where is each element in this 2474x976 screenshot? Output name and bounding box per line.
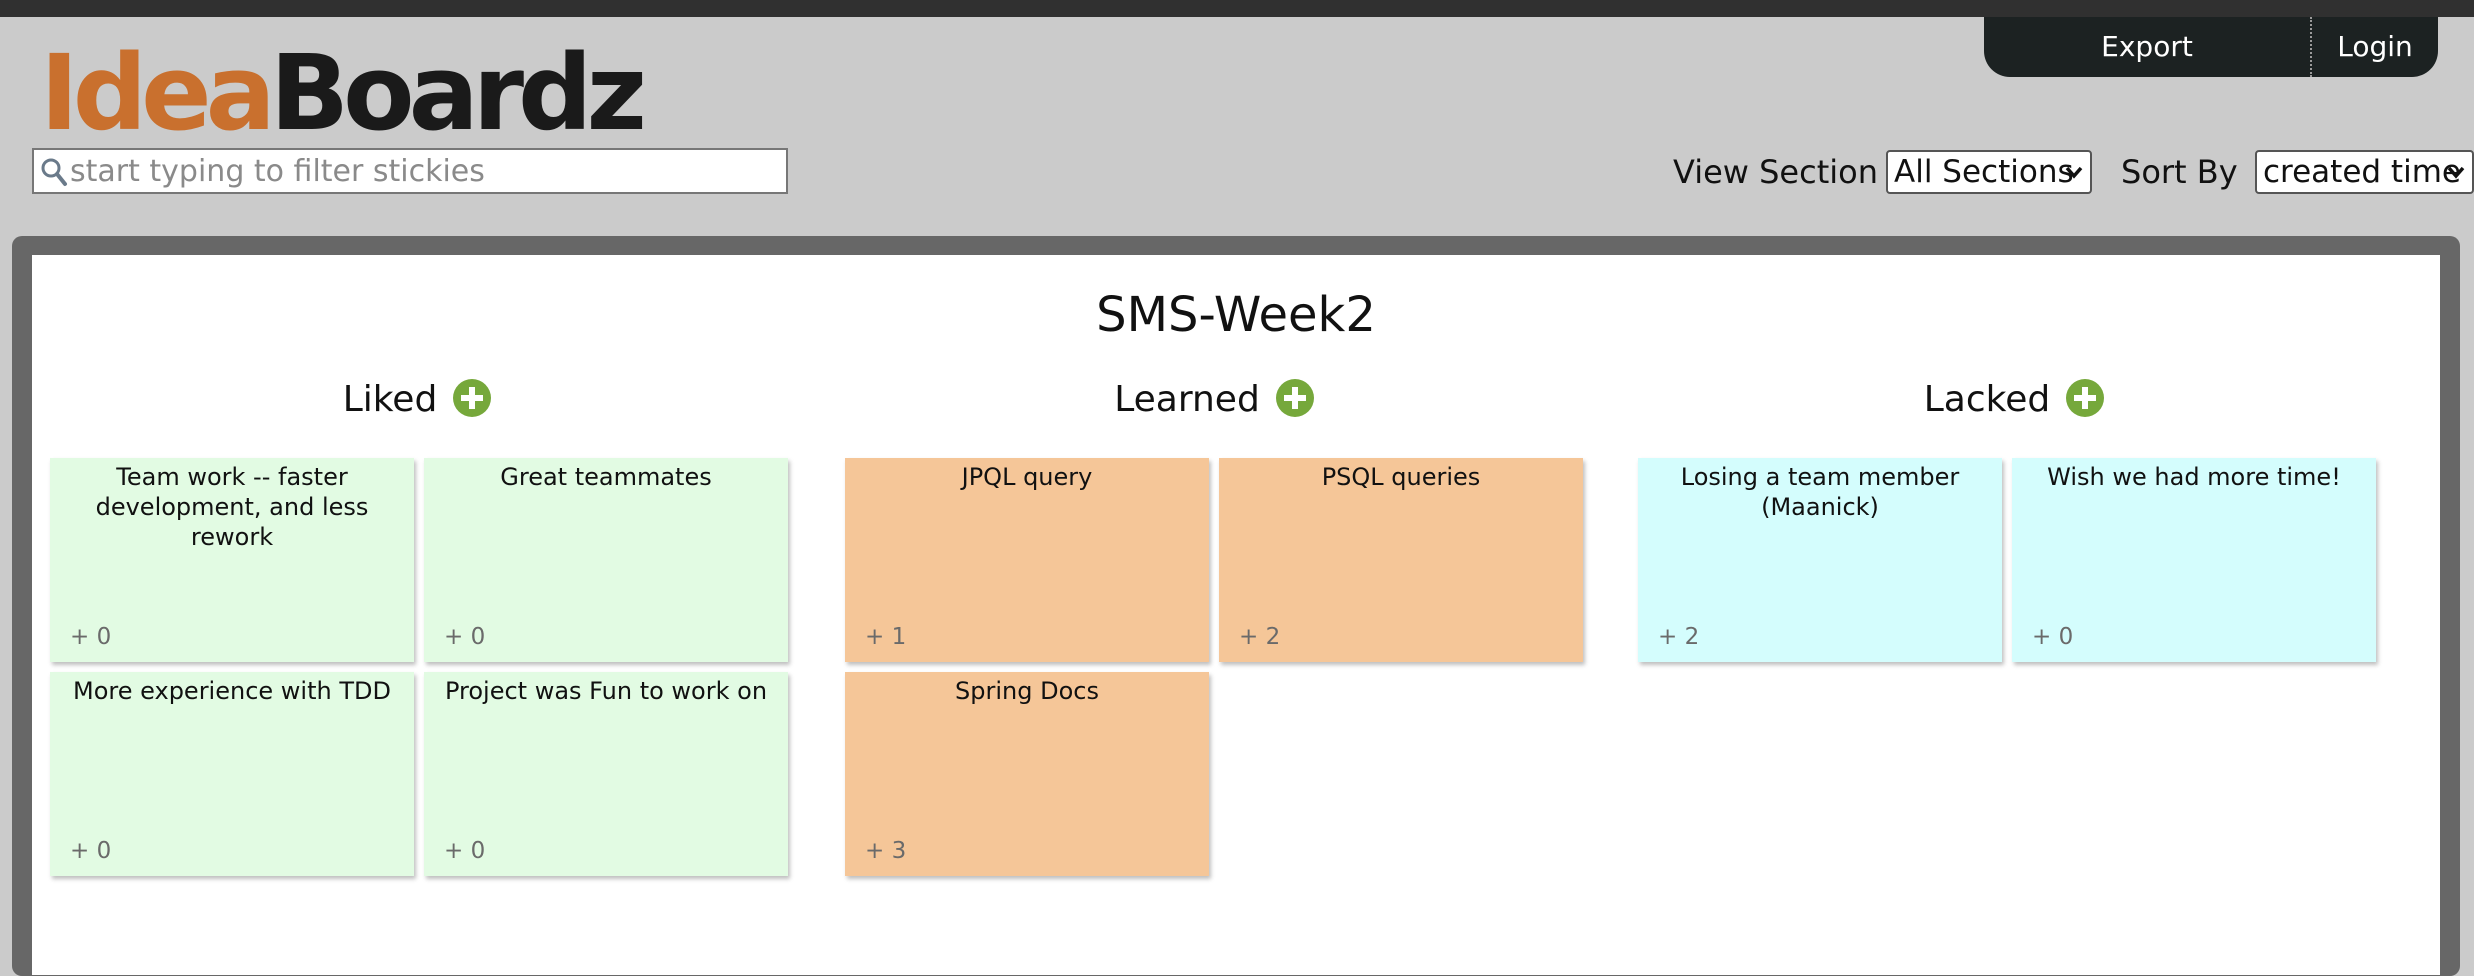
vote-count[interactable]: + 2 [1239, 622, 1280, 652]
sticky-text: PSQL queries [1321, 463, 1481, 491]
add-sticky-liked-icon[interactable] [453, 379, 492, 417]
export-button[interactable]: Export [1984, 17, 2310, 77]
logo-part-idea: Idea [40, 32, 276, 154]
sticky-note[interactable]: Losing a team member (Maanick) + 2 [1638, 458, 2002, 662]
logo-part-boardz: Boardz [269, 32, 647, 154]
sticky-text: Losing a team member (Maanick) [1680, 463, 1960, 521]
sticky-note[interactable]: JPQL query + 1 [845, 458, 1209, 662]
sort-by-select[interactable]: created time [2255, 150, 2474, 194]
sticky-text: JPQL query [961, 463, 1093, 491]
view-section-select[interactable]: All Sections [1886, 150, 2092, 194]
top-bar [0, 0, 2474, 17]
vote-count[interactable]: + 0 [70, 622, 111, 652]
sticky-note[interactable]: Great teammates + 0 [424, 458, 788, 662]
sticky-note[interactable]: Project was Fun to work on + 0 [424, 672, 788, 876]
section-title: Learned [1114, 379, 1260, 420]
section-lacked: Lacked [1644, 375, 2384, 425]
vote-count[interactable]: + 1 [865, 622, 906, 652]
section-learned: Learned [844, 375, 1584, 425]
add-sticky-lacked-icon[interactable] [2066, 379, 2105, 417]
section-liked: Liked [47, 375, 787, 425]
vote-count[interactable]: + 3 [865, 836, 906, 866]
vote-count[interactable]: + 0 [2032, 622, 2073, 652]
vote-count[interactable]: + 0 [70, 836, 111, 866]
board-canvas: SMS-Week2 Liked Team work -- faster deve… [32, 255, 2440, 975]
sticky-text: Team work -- faster development, and les… [95, 463, 369, 551]
top-nav: Export Login [1984, 17, 2438, 77]
view-section-value: All Sections [1894, 154, 2074, 190]
sticky-note[interactable]: PSQL queries + 2 [1219, 458, 1583, 662]
filter-input[interactable] [70, 153, 770, 189]
sticky-text: Spring Docs [955, 677, 1099, 705]
ideaboardz-logo[interactable]: IdeaBoardz [40, 38, 647, 148]
vote-count[interactable]: + 2 [1658, 622, 1699, 652]
vote-count[interactable]: + 0 [444, 622, 485, 652]
sticky-note[interactable]: More experience with TDD + 0 [50, 672, 414, 876]
filter-box [32, 148, 788, 194]
board-title: SMS-Week2 [1096, 287, 1376, 343]
sticky-note[interactable]: Wish we had more time! + 0 [2012, 458, 2376, 662]
section-title: Lacked [1923, 379, 2051, 420]
add-sticky-learned-icon[interactable] [1275, 379, 1314, 417]
sticky-text: Project was Fun to work on [444, 677, 768, 705]
sticky-note[interactable]: Spring Docs + 3 [845, 672, 1209, 876]
search-icon [41, 158, 67, 186]
sticky-text: More experience with TDD [73, 677, 391, 705]
sticky-note[interactable]: Team work -- faster development, and les… [50, 458, 414, 662]
sort-by-value: created time [2263, 154, 2461, 190]
view-section-label: View Section [1673, 153, 1878, 191]
chevron-down-icon [2447, 166, 2465, 179]
sort-by-label: Sort By [2121, 153, 2238, 191]
sticky-text: Wish we had more time! [2047, 463, 2341, 491]
chevron-down-icon [2065, 166, 2083, 179]
login-button[interactable]: Login [2312, 17, 2438, 77]
vote-count[interactable]: + 0 [444, 836, 485, 866]
section-title: Liked [342, 379, 438, 420]
sticky-text: Great teammates [500, 463, 712, 491]
